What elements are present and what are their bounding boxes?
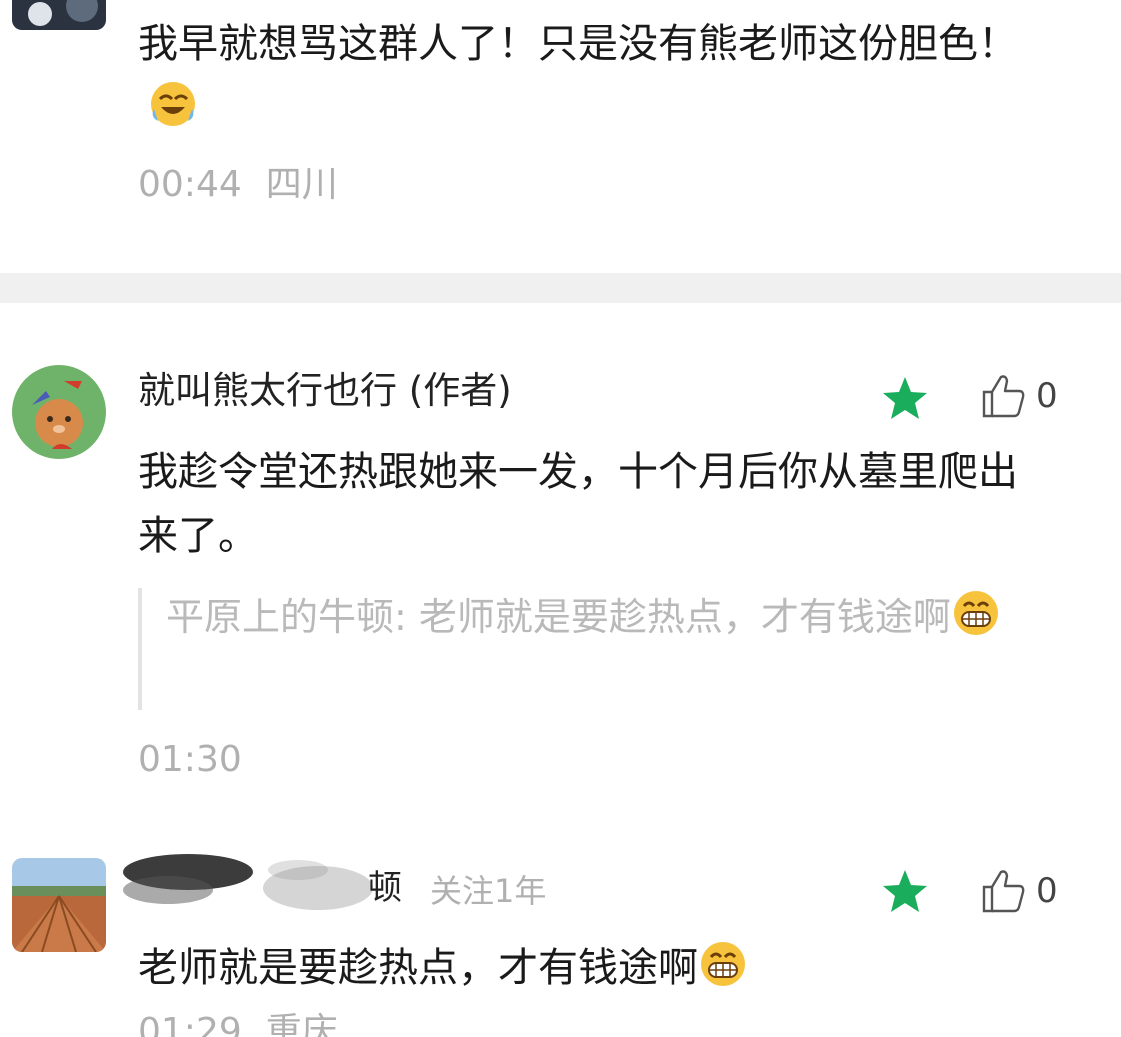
star-icon[interactable]	[880, 374, 930, 424]
like-button[interactable]: 0	[980, 865, 1058, 917]
grinning-emoji	[701, 942, 745, 986]
comment-text: 老师就是要趁热点，才有钱途啊	[138, 936, 1038, 1000]
reply-quote[interactable]: 平原上的牛顿: 老师就是要趁热点，才有钱途啊	[138, 588, 1042, 710]
comment-time: 01:29	[138, 1011, 242, 1037]
like-count: 0	[1036, 376, 1058, 416]
follow-duration-badge: 关注1年	[430, 872, 547, 910]
like-button[interactable]: 0	[980, 370, 1058, 422]
commenter-avatar[interactable]	[12, 858, 106, 952]
comment-location: 四川	[265, 164, 338, 205]
comment-meta: 00:44 四川	[138, 163, 338, 207]
username-visible[interactable]: 顿	[368, 866, 402, 910]
laughing-crying-emoji	[151, 82, 195, 126]
comment-list: 我早就想骂这群人了！只是没有熊老师这份胆色！ 00:44 四川 就叫熊太行也行 (…	[0, 0, 1121, 1037]
like-count: 0	[1036, 871, 1058, 911]
comment-time: 00:44	[138, 164, 242, 205]
section-divider	[0, 273, 1121, 303]
author-avatar[interactable]	[12, 365, 106, 459]
thumbs-up-icon	[982, 375, 1025, 418]
comment-location: 重庆	[265, 1011, 338, 1037]
author-name[interactable]: 就叫熊太行也行 (作者)	[138, 369, 512, 413]
commenter-avatar[interactable]	[12, 0, 106, 30]
grinning-emoji	[953, 591, 998, 635]
comment-text: 我早就想骂这群人了！只是没有熊老师这份胆色！	[138, 12, 1038, 140]
comment-meta: 01:29 重庆	[138, 1010, 338, 1037]
reply-quote-text: 平原上的牛顿: 老师就是要趁热点，才有钱途啊	[166, 588, 1046, 646]
star-icon[interactable]	[880, 867, 930, 917]
comment-text: 我趁令堂还热跟她来一发，十个月后你从墓里爬出来了。	[138, 449, 1018, 559]
comment-time: 01:30	[138, 739, 242, 780]
thumbs-up-icon	[982, 870, 1025, 913]
